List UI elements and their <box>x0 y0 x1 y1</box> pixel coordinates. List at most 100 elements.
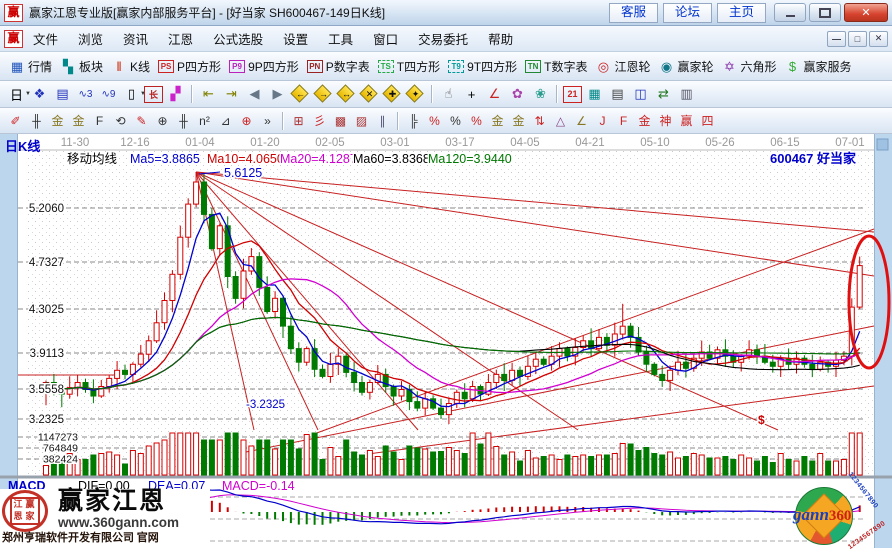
menu-item-7[interactable]: 窗口 <box>363 29 408 48</box>
gold-angle-icon[interactable]: ∠ <box>572 111 592 130</box>
menu-item-8[interactable]: 交易委托 <box>408 29 478 48</box>
calendar-icon[interactable]: 21 <box>563 86 582 103</box>
cycle-circle-icon[interactable]: ⊕ <box>153 111 173 130</box>
color-histogram-icon[interactable]: ▞ <box>165 84 186 104</box>
pencil-tool-icon[interactable]: ✎ <box>132 111 152 130</box>
vendor-website-link[interactable]: www.360gann.com <box>58 515 210 531</box>
price-ladder-icon[interactable]: ╠ <box>404 111 424 130</box>
menu-item-4[interactable]: 公式选股 <box>203 29 273 48</box>
zoom-horizontal-icon[interactable]: ↔ <box>336 84 357 104</box>
angle-f-icon[interactable]: F <box>614 111 634 130</box>
menu-item-0[interactable]: 文件 <box>23 29 68 48</box>
svg-text:4.3025: 4.3025 <box>29 304 64 316</box>
gold-circle2-icon[interactable]: 金 <box>509 111 529 130</box>
menu-item-1[interactable]: 浏览 <box>68 29 113 48</box>
angle-ying-icon[interactable]: 赢 <box>677 111 697 130</box>
customer-service-button[interactable]: 客服 <box>609 3 658 23</box>
child-restore-button[interactable]: □ <box>848 31 867 47</box>
window-title: 赢家江恩专业版[赢家内部服务平台] - [好当家 SH600467-149日K线… <box>29 4 385 21</box>
gold-comb-icon[interactable]: 金 <box>48 111 68 130</box>
p-square-button[interactable]: PSP四方形 <box>154 58 225 75</box>
last-bar-icon[interactable]: ⇥ <box>221 84 242 104</box>
price-comb-icon[interactable]: ╫ <box>27 111 47 130</box>
svg-text:12-16: 12-16 <box>120 137 149 149</box>
hexagon-button[interactable]: ✡六角形 <box>718 58 781 75</box>
menu-item-9[interactable]: 帮助 <box>478 29 523 48</box>
kline-button[interactable]: ‖K线 <box>107 58 154 75</box>
matrix-icon[interactable]: ▦ <box>584 84 605 104</box>
paint-tool-icon[interactable]: ✐ <box>6 111 26 130</box>
menu-item-5[interactable]: 设置 <box>273 29 318 48</box>
gann-box-icon[interactable]: ⊞ <box>289 111 309 130</box>
child-minimize-button[interactable]: — <box>827 31 846 47</box>
gold-circle-icon[interactable]: 金 <box>488 111 508 130</box>
wave-9-icon[interactable]: ∿9 <box>98 84 119 104</box>
angle-gold-icon[interactable]: 金 <box>635 111 655 130</box>
compress-bars-icon[interactable]: ✕ <box>359 84 380 104</box>
homepage-button[interactable]: 主页 <box>717 3 766 23</box>
export-icon[interactable]: ⇄ <box>653 84 674 104</box>
expand-bars-icon[interactable]: ✚ <box>382 84 403 104</box>
quote-grid-button[interactable]: ▦行情 <box>5 58 56 75</box>
menu-item-6[interactable]: 工具 <box>318 29 363 48</box>
wave-3-icon[interactable]: ∿3 <box>75 84 96 104</box>
child-close-button[interactable]: ✕ <box>869 31 888 47</box>
maximize-button[interactable] <box>809 3 841 22</box>
t-square-button[interactable]: TST四方形 <box>374 58 444 75</box>
angle-shen-icon[interactable]: 神 <box>656 111 676 130</box>
p9-square-button[interactable]: P99P四方形 <box>225 58 303 75</box>
first-bar-icon[interactable]: ⇤ <box>198 84 219 104</box>
percent3-icon[interactable]: % <box>467 111 487 130</box>
winner-wheel-button[interactable]: ◉赢家轮 <box>654 58 717 75</box>
angle-tool-icon[interactable]: ∠ <box>484 84 505 104</box>
service-dollar-button[interactable]: $赢家服务 <box>781 58 856 75</box>
percent2-icon[interactable]: % <box>446 111 466 130</box>
fib-comb-icon[interactable]: F <box>90 111 110 130</box>
next-bar-icon[interactable]: ▶ <box>267 84 288 104</box>
zoom-left-icon[interactable]: ← <box>290 84 311 104</box>
zoom-right-icon[interactable]: → <box>313 84 334 104</box>
gann-fan-icon[interactable]: 彡 <box>310 111 330 130</box>
crosshair-tool-icon[interactable]: + <box>461 84 482 104</box>
forum-button[interactable]: 论坛 <box>663 3 712 23</box>
candle-style-icon[interactable]: ▯▼ <box>121 84 142 104</box>
menu-item-2[interactable]: 资讯 <box>113 29 158 48</box>
print-icon[interactable]: ▥ <box>676 84 697 104</box>
minimize-button[interactable] <box>774 3 806 22</box>
angle-j-icon[interactable]: J <box>593 111 613 130</box>
target-cross-icon[interactable]: ⊕ <box>237 111 257 130</box>
hand-tool-icon[interactable]: ☝ <box>438 84 459 104</box>
svg-text:04-05: 04-05 <box>510 137 539 149</box>
period-day-icon[interactable]: 日▼ <box>6 84 27 104</box>
pattern-tool-icon[interactable]: ✿ <box>507 84 528 104</box>
parallel-lines-icon[interactable]: ∥ <box>373 111 393 130</box>
p-number-button[interactable]: PNP数字表 <box>303 58 374 75</box>
angle-si-icon[interactable]: 四 <box>698 111 718 130</box>
gann-text-icon[interactable]: 长 <box>144 86 163 103</box>
close-button[interactable] <box>844 3 888 22</box>
chart-layout-icon[interactable]: ❖ <box>29 84 50 104</box>
gann-grid2-icon[interactable]: ▨ <box>352 111 372 130</box>
save-icon[interactable]: ◫ <box>630 84 651 104</box>
n2-icon[interactable]: n² <box>195 111 215 130</box>
sector-blocks-button[interactable]: ▚板块 <box>56 58 107 75</box>
memo-icon[interactable]: ▤ <box>607 84 628 104</box>
info-panel-icon[interactable]: ▤ <box>52 84 73 104</box>
gann-wheel-button[interactable]: ◎江恩轮 <box>591 58 654 75</box>
flag-angle-icon[interactable]: ⊿ <box>216 111 236 130</box>
t-number-button[interactable]: TNT数字表 <box>521 58 591 75</box>
more-tools-chevron-icon[interactable]: » <box>258 111 278 130</box>
percent-line-icon[interactable]: % <box>425 111 445 130</box>
wave-triangle-icon[interactable]: △ <box>551 111 571 130</box>
kline-chart-canvas[interactable]: 11-3012-1601-0401-2002-0503-0103-1704-05… <box>0 134 892 548</box>
prev-bar-icon[interactable]: ◀ <box>244 84 265 104</box>
dragon-tool-icon[interactable]: ❀ <box>530 84 551 104</box>
menu-item-3[interactable]: 江恩 <box>158 29 203 48</box>
gann-grid-icon[interactable]: ▩ <box>331 111 351 130</box>
full-range-icon[interactable]: ✦ <box>405 84 426 104</box>
spiral-icon[interactable]: ⟲ <box>111 111 131 130</box>
gold-comb2-icon[interactable]: 金 <box>69 111 89 130</box>
t9-square-button[interactable]: T99T四方形 <box>444 58 521 75</box>
time-comb-icon[interactable]: ╫ <box>174 111 194 130</box>
measure-icon[interactable]: ⇅ <box>530 111 550 130</box>
